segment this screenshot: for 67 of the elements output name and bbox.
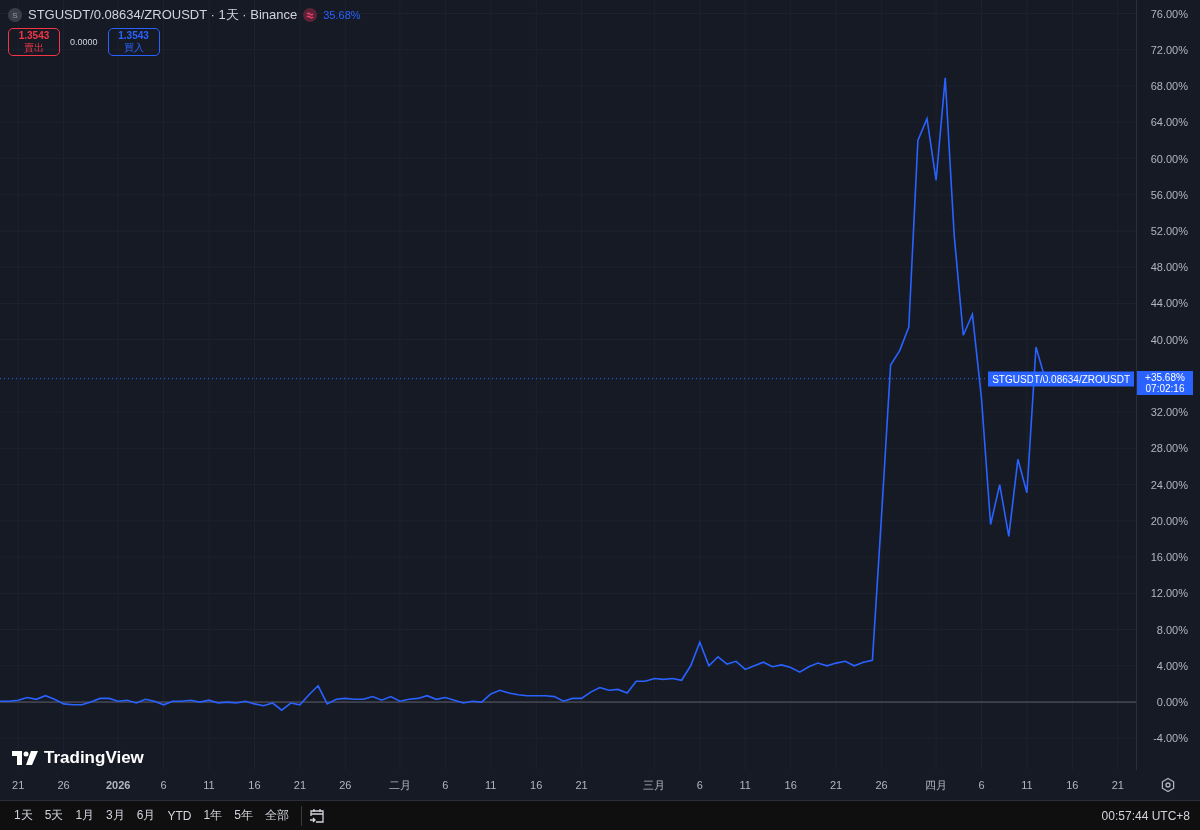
clock: 00:57:44 UTC+8 bbox=[1101, 808, 1190, 823]
y-axis-label: 56.00% bbox=[1150, 188, 1188, 201]
y-axis-label: 68.00% bbox=[1150, 80, 1188, 93]
range-button[interactable]: 1月 bbox=[69, 805, 101, 826]
y-axis-label: 16.00% bbox=[1150, 551, 1188, 564]
calendar-icon[interactable] bbox=[307, 806, 326, 825]
y-axis-label: 72.00% bbox=[1150, 43, 1188, 56]
x-axis-label: 11 bbox=[1021, 778, 1033, 792]
x-axis-label: 三月 bbox=[643, 778, 666, 792]
y-axis-label: 0.00% bbox=[1156, 696, 1188, 709]
range-button[interactable]: 全部 bbox=[258, 805, 295, 826]
y-axis-label: 64.00% bbox=[1150, 116, 1188, 129]
x-axis-label: 21 bbox=[12, 778, 25, 792]
x-axis-label: 21 bbox=[575, 778, 588, 792]
sell-button[interactable]: 1.3543 賣出 bbox=[8, 28, 60, 56]
x-axis-label: 16 bbox=[784, 778, 797, 792]
y-axis-label: 12.00% bbox=[1150, 587, 1188, 600]
x-axis-label: 6 bbox=[442, 778, 449, 792]
y-axis-label: 32.00% bbox=[1150, 406, 1188, 419]
x-axis-label: 11 bbox=[485, 778, 497, 792]
y-axis-label: 40.00% bbox=[1150, 333, 1188, 346]
y-axis-label: 4.00% bbox=[1156, 659, 1188, 672]
x-axis-label: 26 bbox=[875, 778, 888, 792]
x-axis-label: 2026 bbox=[105, 778, 131, 792]
x-axis-label: 二月 bbox=[388, 778, 411, 792]
x-axis-label: 11 bbox=[739, 778, 751, 792]
buy-button[interactable]: 1.3543 買入 bbox=[107, 28, 160, 56]
spread: 0.0000 bbox=[70, 37, 98, 47]
price-tag: +35.68% 07:02:16 bbox=[1137, 370, 1193, 395]
x-axis-label: 26 bbox=[57, 778, 70, 792]
x-axis-label: 6 bbox=[978, 778, 985, 792]
logo-icon bbox=[12, 751, 38, 765]
x-axis-label: 21 bbox=[1111, 778, 1124, 792]
y-axis-label: 20.00% bbox=[1150, 514, 1188, 527]
range-button[interactable]: 1年 bbox=[197, 805, 229, 826]
x-axis-label: 16 bbox=[1066, 778, 1079, 792]
range-button[interactable]: YTD bbox=[161, 806, 198, 825]
brand-name: TradingView bbox=[44, 748, 144, 768]
x-axis-label: 16 bbox=[248, 778, 261, 792]
range-button[interactable]: 6月 bbox=[130, 805, 162, 826]
y-axis-label: 8.00% bbox=[1156, 623, 1188, 636]
chart-title: STGUSDT/0.08634/ZROUSDT · 1天 · Binance bbox=[28, 6, 298, 24]
x-axis-label: 6 bbox=[696, 778, 703, 792]
compare-icon bbox=[303, 8, 318, 22]
series-label: STGUSDT/0.08634/ZROUSDT bbox=[988, 371, 1134, 387]
x-axis-label: 四月 bbox=[925, 778, 948, 792]
y-axis-label: 76.00% bbox=[1150, 7, 1188, 20]
range-button[interactable]: 5年 bbox=[228, 805, 259, 826]
x-axis-label: 16 bbox=[530, 778, 543, 792]
symbol-icon: S bbox=[8, 8, 22, 22]
x-axis-label: 6 bbox=[160, 778, 167, 792]
y-axis-label: 24.00% bbox=[1150, 478, 1188, 491]
y-axis-label: 60.00% bbox=[1150, 152, 1188, 165]
change-percent: 35.68% bbox=[323, 9, 361, 21]
range-button[interactable]: 1天 bbox=[8, 805, 39, 826]
x-axis-label: 26 bbox=[339, 778, 352, 792]
y-axis-label: -4.00% bbox=[1153, 732, 1188, 745]
x-axis-label: 21 bbox=[829, 778, 843, 792]
range-button[interactable]: 3月 bbox=[100, 805, 131, 826]
x-axis-label: 21 bbox=[293, 778, 306, 792]
x-axis-label: 11 bbox=[203, 778, 215, 792]
y-axis-label: 52.00% bbox=[1150, 225, 1188, 237]
settings-icon[interactable] bbox=[1160, 777, 1176, 793]
y-axis-label: 48.00% bbox=[1150, 261, 1188, 274]
y-axis-label: 44.00% bbox=[1150, 297, 1188, 310]
range-button[interactable]: 5天 bbox=[38, 805, 70, 826]
y-axis-label: 28.00% bbox=[1150, 442, 1188, 455]
